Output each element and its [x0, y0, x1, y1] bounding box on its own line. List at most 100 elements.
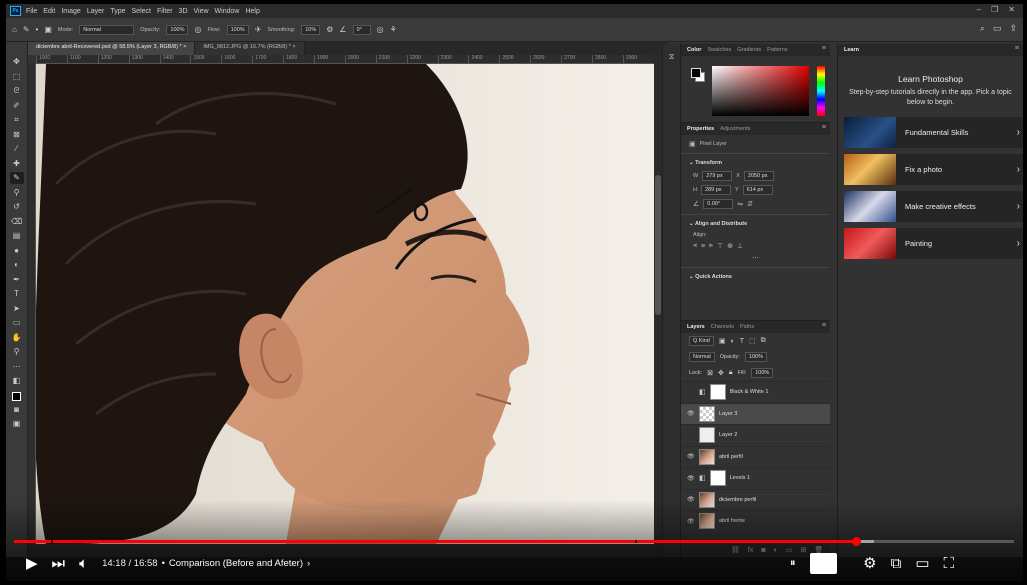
- learn-card[interactable]: Fundamental Skills ›: [844, 117, 1023, 148]
- frame-tool-icon[interactable]: ⊠: [10, 129, 24, 141]
- hue-slider[interactable]: [817, 66, 825, 116]
- smoothing-input[interactable]: 10%: [301, 24, 321, 35]
- panel-menu-icon[interactable]: ≡: [822, 45, 826, 52]
- learn-card[interactable]: Fix a photo ›: [844, 154, 1023, 185]
- screen-mode-icon[interactable]: ▣: [10, 418, 24, 430]
- fullscreen-icon[interactable]: ⛶: [944, 555, 955, 572]
- foreground-color-swatch-panel[interactable]: [691, 68, 701, 78]
- zoom-tool-icon[interactable]: ⚲: [10, 346, 24, 358]
- tab-swatches[interactable]: Swatches: [707, 47, 731, 53]
- home-icon[interactable]: ⌂: [12, 25, 17, 34]
- angle-input[interactable]: 0.00°: [703, 199, 734, 209]
- foreground-color-swatch[interactable]: [12, 391, 21, 401]
- brush-preset-icon[interactable]: •: [36, 25, 39, 34]
- clone-stamp-tool-icon[interactable]: ⚲: [10, 187, 24, 199]
- layer-name[interactable]: abril frente: [719, 518, 745, 524]
- tab-adjustments[interactable]: Adjustments: [720, 126, 750, 132]
- menu-type[interactable]: Type: [110, 8, 125, 15]
- quick-actions-section[interactable]: ⌄ Quick Actions: [681, 271, 830, 283]
- rectangle-tool-icon[interactable]: ▭: [10, 317, 24, 329]
- lock-all-icon[interactable]: 🔒︎: [729, 369, 733, 377]
- crop-tool-icon[interactable]: ⌗: [10, 114, 24, 126]
- menu-select[interactable]: Select: [132, 8, 151, 15]
- type-tool-icon[interactable]: T: [10, 288, 24, 300]
- healing-tool-icon[interactable]: ✚: [10, 158, 24, 170]
- search-icon[interactable]: ⌕: [980, 23, 985, 34]
- marquee-tool-icon[interactable]: ⬚: [10, 71, 24, 83]
- filter-pixel-icon[interactable]: ▣: [719, 337, 726, 345]
- quick-select-tool-icon[interactable]: ✐: [10, 100, 24, 112]
- tab-color[interactable]: Color: [687, 47, 701, 53]
- eraser-tool-icon[interactable]: ⌫: [10, 216, 24, 228]
- volume-icon[interactable]: 🔈︎: [79, 555, 88, 572]
- autoplay-toggle[interactable]: ⏸: [790, 557, 796, 570]
- layer-row[interactable]: Layer 2: [681, 424, 830, 446]
- menu-image[interactable]: Image: [61, 8, 80, 15]
- layer-row[interactable]: 👁︎ abril frente: [681, 510, 830, 532]
- menu-filter[interactable]: Filter: [157, 8, 173, 15]
- close-icon[interactable]: ✕: [1008, 5, 1015, 14]
- width-input[interactable]: 279 px: [702, 171, 733, 181]
- theater-mode-icon[interactable]: ▭: [915, 554, 929, 572]
- layer-name[interactable]: abril perfil: [719, 454, 743, 460]
- layer-row[interactable]: ◧ Black & White 1: [681, 381, 830, 403]
- tab-properties[interactable]: Properties: [687, 126, 714, 132]
- menu-file[interactable]: File: [26, 8, 37, 15]
- layer-thumbnail[interactable]: [699, 427, 715, 444]
- gear-icon[interactable]: ⚙: [326, 25, 333, 34]
- visibility-eye-icon[interactable]: 👁︎: [687, 453, 695, 460]
- menu-3d[interactable]: 3D: [179, 8, 188, 15]
- more-tools-icon[interactable]: ⋯: [10, 361, 24, 373]
- brush-tool-icon-active[interactable]: ✎: [9, 172, 24, 184]
- chapter-title[interactable]: Comparison (Before and Afeter): [169, 558, 303, 569]
- layer-row[interactable]: 👁︎ diciembre perfil: [681, 488, 830, 511]
- y-input[interactable]: 614 px: [742, 185, 773, 195]
- share-icon[interactable]: ⇪: [1009, 23, 1017, 34]
- panel-menu-icon[interactable]: ≡: [822, 124, 826, 131]
- brush-settings-icon[interactable]: ▣: [44, 25, 52, 34]
- align-top-icon[interactable]: ⊤: [717, 242, 723, 250]
- flow-input[interactable]: 100%: [226, 24, 249, 35]
- learn-card[interactable]: Painting ›: [844, 228, 1023, 259]
- airbrush-icon[interactable]: ✈: [255, 25, 262, 34]
- layer-opacity-input[interactable]: 100%: [744, 352, 767, 362]
- visibility-eye-icon[interactable]: 👁︎: [687, 475, 695, 482]
- restore-icon[interactable]: ❐: [991, 5, 998, 14]
- history-brush-tool-icon[interactable]: ↺: [10, 201, 24, 213]
- new-adjustment-icon[interactable]: ◐: [774, 547, 778, 554]
- layer-name[interactable]: Levels 1: [730, 475, 751, 481]
- scrollbar-thumb[interactable]: [655, 175, 661, 315]
- captions-button[interactable]: CC: [809, 552, 838, 574]
- layer-row[interactable]: 👁︎ abril perfil: [681, 445, 830, 468]
- layer-row[interactable]: 👁︎ Layer 3: [681, 402, 830, 424]
- layer-thumbnail[interactable]: [709, 384, 726, 401]
- blur-tool-icon[interactable]: ●: [10, 245, 24, 257]
- lasso-tool-icon[interactable]: ᘓ: [10, 85, 24, 97]
- fill-input[interactable]: 100%: [751, 368, 774, 378]
- miniplayer-icon[interactable]: ⧉: [891, 555, 902, 572]
- align-left-icon[interactable]: ⫷: [693, 242, 697, 250]
- doc-tab-img[interactable]: IMG_9812.JPG @ 16.7% (RGB/8) * ×: [195, 42, 305, 55]
- panel-menu-icon[interactable]: ≡: [822, 322, 826, 329]
- move-tool-icon[interactable]: ✥: [10, 56, 24, 68]
- tab-paths[interactable]: Paths: [740, 324, 754, 330]
- layer-thumbnail[interactable]: [699, 513, 715, 530]
- play-icon[interactable]: ▶: [26, 554, 38, 572]
- align-section[interactable]: ⌄ Align and Distribute: [681, 218, 830, 230]
- document-canvas[interactable]: [36, 64, 654, 544]
- menu-help[interactable]: Help: [245, 8, 259, 15]
- layer-name[interactable]: Layer 2: [719, 432, 737, 438]
- visibility-eye-icon[interactable]: 👁︎: [687, 518, 695, 525]
- pen-tool-icon[interactable]: ✒: [10, 274, 24, 286]
- next-icon[interactable]: ⏭: [52, 555, 66, 572]
- filter-type-icon[interactable]: T: [740, 338, 744, 345]
- transform-section[interactable]: ⌄ Transform: [681, 157, 830, 169]
- layer-name[interactable]: Black & White 1: [730, 389, 769, 395]
- opacity-input[interactable]: 100%: [166, 24, 189, 35]
- dodge-tool-icon[interactable]: ◐: [10, 259, 24, 271]
- height-input[interactable]: 289 px: [700, 185, 731, 195]
- learn-card[interactable]: Make creative effects ›: [844, 191, 1023, 222]
- more-options-icon[interactable]: ⋯: [752, 254, 759, 262]
- minimize-icon[interactable]: –: [977, 5, 981, 14]
- gradient-tool-icon[interactable]: ▤: [10, 230, 24, 242]
